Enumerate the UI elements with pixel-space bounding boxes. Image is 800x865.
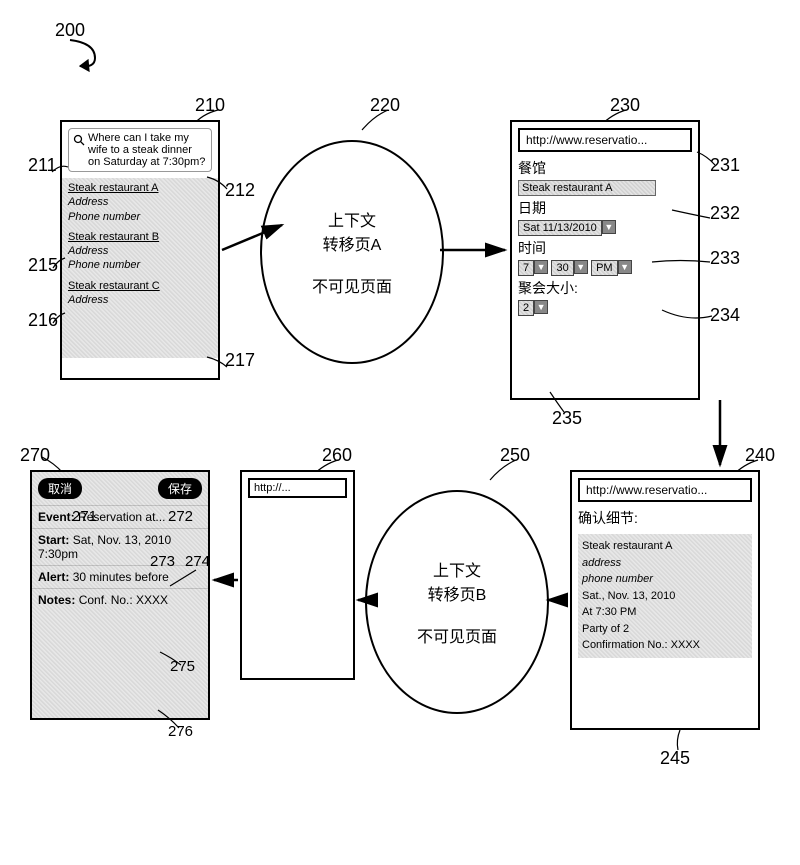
- flow-arrows: [0, 0, 800, 865]
- diagram-canvas: 200 210 Where can I take my wife to a st…: [0, 0, 800, 865]
